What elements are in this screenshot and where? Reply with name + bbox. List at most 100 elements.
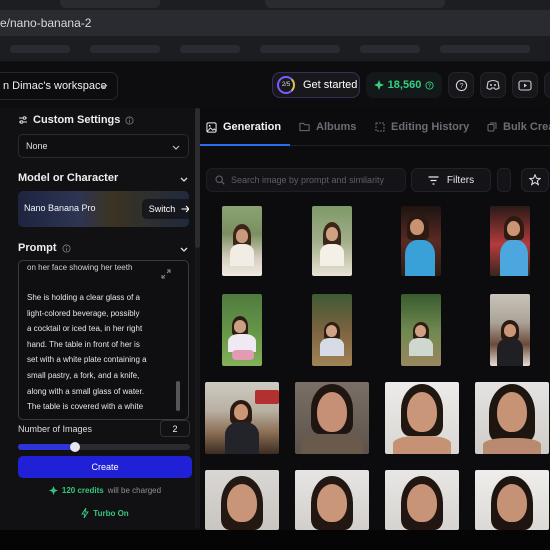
gallery-image[interactable] [205,470,279,530]
bottom-edge [0,530,550,550]
browser-tab[interactable] [265,0,445,8]
prompt-line: light-colored beverage, possibly [27,308,140,318]
gallery-image[interactable] [295,470,369,530]
gallery-image[interactable] [312,294,352,366]
history-icon [375,122,385,132]
gallery-image[interactable] [490,206,530,276]
tab-generation[interactable]: Generation [206,121,281,133]
tab-label: Generation [223,121,282,133]
sliders-icon [19,116,27,124]
turbo-label: Turbo On [93,508,129,518]
diamond-icon [373,80,384,90]
search-icon [215,175,225,185]
address-bar[interactable]: e/nano-banana-2 [0,10,550,36]
settings-panel: Custom Settings None Model or Character … [0,108,200,530]
favorites-button[interactable] [521,168,549,192]
custom-settings-title: Custom Settings [33,114,121,126]
num-images-label: Number of Images [18,424,93,434]
prompt-line: hand. The table in front of her is [27,339,140,349]
bookmark[interactable] [180,45,240,53]
more-button[interactable] [544,72,550,98]
gallery-image[interactable] [205,382,279,454]
create-label: Create [91,462,119,472]
bookmark[interactable] [90,45,160,53]
switch-label: Switch [148,204,176,214]
view-toggle-button[interactable] [497,168,511,192]
tab-albums[interactable]: Albums [299,121,356,133]
model-header[interactable]: Model or Character [18,172,118,184]
gallery-image[interactable] [385,470,459,530]
prompt-cut-line: on her face showing her teeth [27,263,133,272]
tab-label: Bulk Crea [503,121,550,133]
prompt-title: Prompt [18,242,57,254]
browser-tab[interactable] [60,0,160,8]
arrow-right-icon [181,205,189,213]
bookmark[interactable] [10,45,70,53]
help-button[interactable]: ? [448,72,474,98]
gallery-image[interactable] [475,382,549,454]
search-input[interactable]: Search image by prompt and similarity [206,168,406,192]
slider-handle[interactable] [70,442,80,452]
gallery-image[interactable] [401,294,441,366]
gallery-image[interactable] [222,294,262,366]
tab-editing-history[interactable]: Editing History [375,121,469,133]
custom-settings-select[interactable]: None [18,134,189,158]
gallery-image[interactable] [475,470,549,530]
tab-bar: Generation Albums Editing History Bulk C… [200,108,550,146]
charge-text: will be charged [107,486,162,495]
prompt-line: The table is covered with a white [27,402,144,412]
folder-icon [299,122,310,132]
expand-icon[interactable] [161,269,171,279]
custom-settings-value: None [26,141,48,151]
num-images-input[interactable]: 2 [160,420,190,437]
browser-tab-strip [0,0,550,10]
youtube-button[interactable] [512,72,538,98]
prompt-scrollbar[interactable] [176,381,180,411]
diamond-icon [48,486,58,495]
num-images-value: 2 [172,423,178,434]
bookmark[interactable] [440,45,530,53]
gallery-area: Generation Albums Editing History Bulk C… [200,108,550,530]
bookmarks-bar [0,36,550,62]
info-icon [61,243,71,253]
help-icon: ? [455,79,467,91]
custom-settings-header[interactable]: Custom Settings [18,114,134,126]
get-started-label: Get started [303,79,358,91]
create-button[interactable]: Create [18,456,192,478]
prompt-line: small pastry, a fork, and a knife, [27,370,140,380]
gallery-image[interactable] [312,206,352,276]
prompt-line: a cocktail or iced tea, in her right [27,324,143,334]
discord-button[interactable] [480,72,506,98]
copy-icon [487,122,497,132]
bookmark[interactable] [360,45,420,53]
model-card[interactable]: Nano Banana Pro Switch [18,191,189,227]
num-images-slider[interactable] [18,442,190,452]
gallery-image[interactable] [401,206,441,276]
info-icon [125,115,134,125]
workspace-selector[interactable]: n Dimac's workspace [0,72,118,100]
filters-button[interactable]: Filters [411,168,491,192]
credits-badge[interactable]: 18,560 ? [366,72,442,98]
switch-model-button[interactable]: Switch [142,199,189,219]
chevron-down-icon [172,145,180,150]
prompt-line: She is holding a clear glass of a [27,293,140,302]
youtube-icon [518,79,532,91]
tab-bulk-create[interactable]: Bulk Crea [487,121,550,133]
active-tab-indicator [200,144,290,146]
turbo-toggle[interactable]: Turbo On [18,508,192,518]
charge-credits: 120 credits [61,486,104,495]
get-started-button[interactable]: 2/5 Get started [272,72,360,98]
gallery-image[interactable] [385,382,459,454]
prompt-text: She is holding a clear glass of a light-… [27,290,177,415]
gallery-image[interactable] [222,206,262,276]
prompt-header[interactable]: Prompt [18,242,71,254]
prompt-textarea[interactable]: on her face showing her teeth She is hol… [18,260,189,420]
gallery-image[interactable] [295,382,369,454]
gallery-image[interactable] [490,294,530,366]
discord-icon [486,79,500,90]
bookmark[interactable] [260,45,340,53]
tab-label: Editing History [391,121,470,133]
url-text: e/nano-banana-2 [0,16,92,30]
chevron-down-icon[interactable] [179,244,189,254]
chevron-down-icon[interactable] [179,174,189,184]
